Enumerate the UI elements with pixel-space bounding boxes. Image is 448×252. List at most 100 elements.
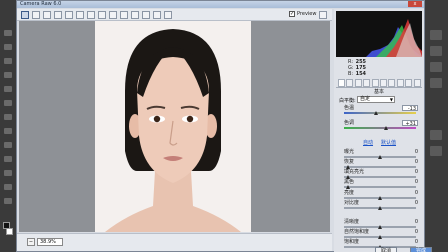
done-button[interactable]: 完成 [410,247,432,252]
preferences-icon[interactable] [142,11,150,19]
slider-value-field[interactable]: -13 [402,105,418,112]
slider-thumb[interactable] [345,185,350,189]
hand-tool-icon[interactable] [32,11,40,19]
crop-icon[interactable] [4,86,12,92]
slider-value-field[interactable]: 0 [402,190,418,196]
slider-value-field[interactable]: 0 [402,219,418,225]
hand-icon[interactable] [4,198,12,204]
panel-dock-icon[interactable] [430,46,442,56]
image-canvas[interactable] [19,21,330,232]
marquee-tool-icon[interactable] [4,44,12,50]
slider-label: 清晰度 [344,219,360,225]
photoshop-toolbox [0,0,16,252]
close-button[interactable]: x [408,1,422,7]
healing-brush-icon[interactable] [4,114,12,120]
zoom-out-button[interactable]: − [27,238,35,246]
title-bar: Camera Raw 6.0 x [17,1,424,8]
histogram-graph [366,19,422,57]
slider-row: 恢复 0 [336,159,422,169]
tool-bar: ✓ Preview [17,9,332,21]
slider-value-field[interactable]: 0 [402,169,418,175]
panel-tab-icon[interactable] [338,79,345,87]
slider-track[interactable] [344,127,416,129]
background-color-swatch[interactable] [6,228,13,235]
slider-row: 自然饱和度 0 [336,229,422,239]
graduated-filter-icon[interactable] [131,11,139,19]
slider-row: 对比度 0 [336,200,422,210]
cancel-button[interactable]: 取消 [375,247,397,252]
color-sampler-icon[interactable] [54,11,62,19]
slider-row: 色温 -13 [336,105,422,115]
slider-thumb[interactable] [383,126,388,130]
panel-dock-icon[interactable] [430,78,442,88]
slider-label: 色温 [344,105,355,111]
lasso-tool-icon[interactable] [4,58,12,64]
zoom-tool-icon[interactable] [21,11,29,19]
brush-icon[interactable] [4,128,12,134]
eraser-icon[interactable] [4,156,12,162]
b-label: B: [348,71,354,77]
slider-row: 清晰度 0 [336,219,422,229]
text-tool-icon[interactable] [4,170,12,176]
slider-thumb[interactable] [374,111,379,115]
panel-tab-icon[interactable] [371,79,379,87]
slider-label: 色调 [344,120,355,126]
rotate-cw-icon[interactable] [164,11,172,19]
target-adjustment-icon[interactable] [65,11,73,19]
slider-label: 自然饱和度 [344,229,370,235]
slider-track[interactable] [344,186,416,188]
panel-tab-icon[interactable] [363,79,371,87]
eyedropper-icon[interactable] [4,100,12,106]
slider-track[interactable] [344,112,416,114]
fullscreen-icon[interactable] [319,11,327,19]
white-balance-select[interactable]: 自定 ▼ [357,96,395,103]
panel-tab-icon[interactable] [346,79,354,87]
slider-row: 黑色 0 [336,179,422,189]
slider-value-field[interactable]: 0 [402,229,418,235]
white-balance-tool-icon[interactable] [43,11,51,19]
slider-row: 色调 +31 [336,120,422,130]
slider-thumb[interactable] [378,206,382,210]
slider-track[interactable] [344,176,416,178]
rotate-ccw-icon[interactable] [153,11,161,19]
crop-tool-icon[interactable] [76,11,84,19]
move-tool-icon[interactable] [4,30,12,36]
rgb-readout: R: 255 G: 175 B: 154 [348,59,366,77]
spot-removal-icon[interactable] [98,11,106,19]
panel-tab-icon[interactable] [396,79,404,87]
slider-row: 曝光 0 [336,149,422,159]
auto-link[interactable]: 自动 [363,140,373,146]
adjustment-brush-icon[interactable] [120,11,128,19]
slider-value-field[interactable]: 0 [402,159,418,165]
clone-stamp-icon[interactable] [4,142,12,148]
panel-tab-icon[interactable] [413,79,421,87]
magic-wand-icon[interactable] [4,72,12,78]
panel-tab-icon[interactable] [380,79,387,87]
white-balance-value: 自定 [360,96,371,102]
red-eye-icon[interactable] [109,11,117,19]
default-link[interactable]: 默认值 [381,140,396,146]
panel-dock-icon[interactable] [430,146,442,156]
slider-track[interactable] [344,166,416,168]
window-title: Camera Raw 6.0 [20,1,62,7]
pen-tool-icon[interactable] [4,184,12,190]
slider-value-field[interactable]: +31 [402,120,418,127]
slider-row: 填充亮光 0 [336,169,422,179]
panel-tab-icon[interactable] [354,79,362,87]
panel-tab-icon[interactable] [388,79,396,87]
panel-dock-icon[interactable] [430,130,442,140]
panel-dock-icon[interactable] [430,30,442,40]
portrait-photo [95,21,251,232]
straighten-tool-icon[interactable] [87,11,95,19]
slider-value-field[interactable]: 0 [402,149,418,155]
section-title: 基本 [373,89,384,95]
histogram [336,11,422,57]
slider-value-field[interactable]: 0 [402,179,418,185]
panel-tab-icon[interactable] [405,79,413,87]
adjustments-panel: R: 255 G: 175 B: 154 基本 白平衡: 自定 ▼ 自动 默认值… [334,9,424,252]
preview-checkbox[interactable]: ✓ [289,11,295,17]
slider-value-field[interactable]: 0 [402,239,418,245]
zoom-level-field[interactable]: 38.9% [37,238,63,246]
slider-value-field[interactable]: 0 [402,200,418,206]
panel-dock-icon[interactable] [430,62,442,72]
